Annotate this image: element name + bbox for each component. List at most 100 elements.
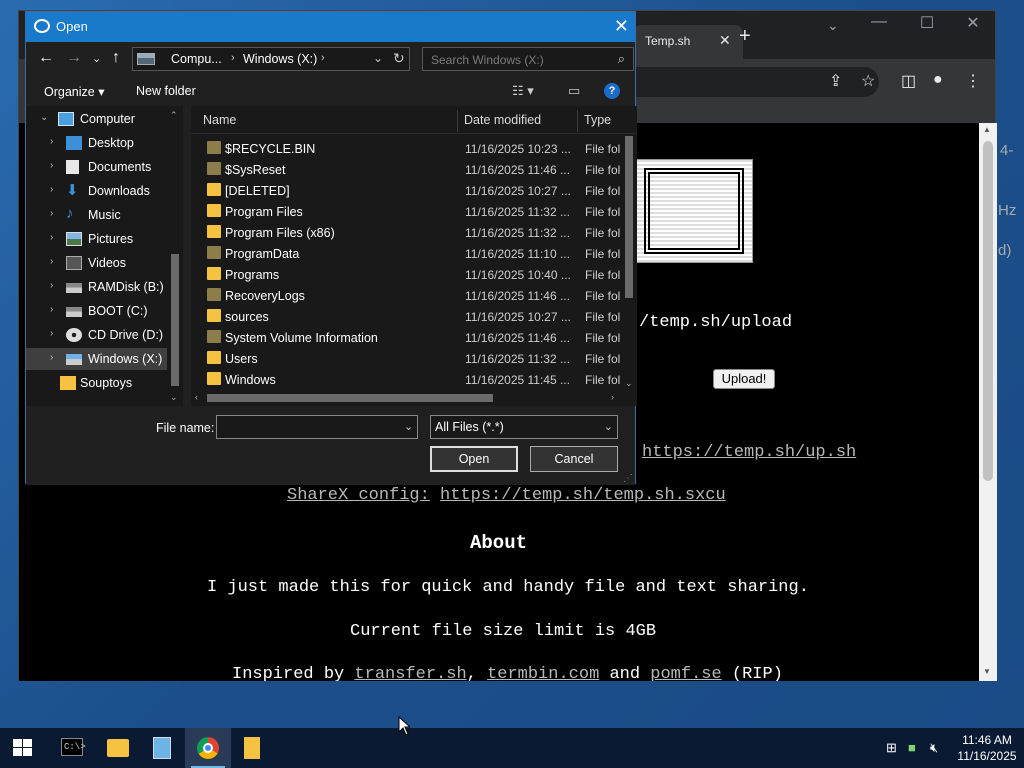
help-icon[interactable]: ? (604, 83, 620, 99)
file-list-vertical-scrollbar[interactable]: ⌄ (621, 134, 637, 390)
breadcrumb-separator-icon[interactable]: › (321, 52, 325, 64)
expand-arrow-icon[interactable]: › (50, 136, 53, 147)
browser-tab[interactable]: Temp.sh ✕ (633, 25, 743, 59)
recent-locations-chevron-icon[interactable]: ⌄ (92, 52, 101, 65)
taskbar-file-explorer[interactable] (95, 728, 141, 768)
file-row[interactable]: Windows 11/16/2025 11:45 ... File fol (191, 369, 637, 390)
sharex-link[interactable]: https://temp.sh/temp.sh.sxcu (440, 486, 726, 505)
color-tray-icon[interactable]: ■ (908, 740, 916, 755)
taskbar-file[interactable] (229, 728, 275, 768)
taskbar-chrome[interactable] (185, 728, 231, 768)
address-dropdown-icon[interactable]: ⌄ (373, 51, 383, 65)
file-row[interactable]: Programs 11/16/2025 10:40 ... File fol (191, 264, 637, 285)
bookmark-star-icon[interactable]: ☆ (861, 71, 875, 91)
tree-item-cd-drive[interactable]: › CD Drive (D:) (26, 324, 183, 346)
file-list-horizontal-scrollbar[interactable]: ‹ › (191, 390, 637, 406)
search-input[interactable]: Search Windows (X:) ⌕ (422, 47, 634, 71)
maximize-icon[interactable]: ☐ (907, 13, 947, 33)
column-name[interactable]: Name (203, 113, 236, 127)
file-row[interactable]: RecoveryLogs 11/16/2025 11:46 ... File fol (191, 285, 637, 306)
page-scrollbar[interactable]: ▲ ▼ (979, 123, 997, 681)
up-arrow-icon[interactable]: ↑ (112, 49, 120, 67)
scroll-left-arrow-icon[interactable]: ‹ (195, 392, 198, 402)
expand-arrow-icon[interactable]: › (50, 184, 53, 195)
breadcrumb-windows-x[interactable]: Windows (X:) (243, 52, 317, 66)
cancel-button[interactable]: Cancel (530, 446, 618, 472)
file-row[interactable]: ProgramData 11/16/2025 11:10 ... File fol (191, 243, 637, 264)
file-type-filter[interactable]: All Files (*.*) ⌄ (430, 415, 618, 439)
file-row[interactable]: $RECYCLE.BIN 11/16/2025 10:23 ... File fol (191, 138, 637, 159)
file-list-hscroll-thumb[interactable] (207, 394, 493, 402)
taskbar-command-prompt[interactable]: C:\> (49, 728, 95, 768)
tree-scroll-thumb[interactable] (171, 254, 179, 386)
script-link[interactable]: https://temp.sh/up.sh (642, 443, 856, 462)
tree-item-ramdisk[interactable]: › RAMDisk (B:) (26, 276, 183, 298)
column-separator[interactable] (457, 110, 458, 132)
dialog-close-icon[interactable]: ✕ (614, 16, 629, 37)
tab-search-icon[interactable]: ⌄ (827, 17, 839, 34)
page-scroll-thumb[interactable] (983, 141, 993, 481)
start-button[interactable] (0, 728, 46, 768)
upload-button[interactable]: Upload! (713, 369, 775, 389)
scroll-up-arrow-icon[interactable]: ⌃ (170, 110, 178, 121)
volume-muted-icon[interactable]: 🔇︎ (930, 740, 938, 756)
scroll-down-arrow-icon[interactable]: ⌄ (625, 378, 633, 389)
side-panel-icon[interactable]: ◫ (901, 71, 916, 91)
tree-item-windows-x[interactable]: › Windows (X:) (26, 348, 183, 370)
tree-item-desktop[interactable]: › Desktop (26, 132, 183, 154)
refresh-icon[interactable]: ↻ (393, 50, 405, 67)
file-row[interactable]: [DELETED] 11/16/2025 10:27 ... File fol (191, 180, 637, 201)
new-folder-button[interactable]: New folder (136, 84, 196, 98)
close-window-icon[interactable]: ✕ (953, 13, 993, 33)
back-arrow-icon[interactable]: ← (38, 49, 54, 67)
address-breadcrumb[interactable]: Compu... › Windows (X:) › ⌄ ↻ (132, 47, 410, 71)
scroll-up-arrow-icon[interactable]: ▲ (983, 125, 991, 134)
file-row[interactable]: $SysReset 11/16/2025 11:46 ... File fol (191, 159, 637, 180)
preview-pane-icon[interactable]: ▭ (568, 83, 580, 99)
expand-arrow-icon[interactable]: › (50, 232, 53, 243)
expand-arrow-icon[interactable]: › (50, 208, 53, 219)
column-separator[interactable] (577, 110, 578, 132)
scroll-right-arrow-icon[interactable]: › (611, 392, 614, 402)
share-icon[interactable]: ⇪ (829, 71, 842, 91)
file-row[interactable]: Program Files (x86) 11/16/2025 11:32 ... F… (191, 222, 637, 243)
scroll-down-arrow-icon[interactable]: ▼ (983, 667, 991, 676)
tree-item-pictures[interactable]: › Pictures (26, 228, 183, 250)
tree-item-boot[interactable]: › BOOT (C:) (26, 300, 183, 322)
expand-arrow-icon[interactable]: › (50, 328, 53, 339)
file-row[interactable]: Program Files 11/16/2025 11:32 ... File fo… (191, 201, 637, 222)
tree-item-documents[interactable]: › Documents (26, 156, 183, 178)
expand-arrow-icon[interactable]: › (50, 160, 53, 171)
tree-item-videos[interactable]: › Videos (26, 252, 183, 274)
organize-menu[interactable]: Organize ▾ (44, 84, 104, 99)
file-name-input[interactable] (216, 415, 418, 439)
column-type[interactable]: Type (584, 113, 611, 127)
breadcrumb-separator-icon[interactable]: › (231, 52, 235, 64)
expand-arrow-icon[interactable]: › (50, 280, 53, 291)
menu-icon[interactable]: ⋮ (965, 71, 981, 91)
tab-close-icon[interactable]: ✕ (719, 32, 731, 49)
collapse-arrow-icon[interactable]: ⌄ (40, 112, 48, 123)
expand-arrow-icon[interactable]: › (50, 256, 53, 267)
file-row[interactable]: Users 11/16/2025 11:32 ... File fol (191, 348, 637, 369)
tree-item-downloads[interactable]: › ⬇ Downloads (26, 180, 183, 202)
tree-scrollbar[interactable]: ⌃ ⌄ (167, 106, 183, 406)
tree-item-music[interactable]: › ♪ Music (26, 204, 183, 226)
column-date-modified[interactable]: Date modified (464, 113, 541, 127)
transfer-sh-link[interactable]: transfer.sh (354, 665, 466, 681)
expand-arrow-icon[interactable]: › (50, 304, 53, 315)
open-button[interactable]: Open (430, 446, 518, 472)
network-icon[interactable]: ⊞ (886, 740, 897, 756)
termbin-link[interactable]: termbin.com (487, 665, 599, 681)
tree-item-computer[interactable]: ⌄ Computer (26, 108, 183, 130)
forward-arrow-icon[interactable]: → (66, 49, 82, 67)
file-row[interactable]: System Volume Information 11/16/2025 11:4… (191, 327, 637, 348)
minimize-icon[interactable]: — (859, 13, 899, 31)
dialog-title-bar[interactable]: Open ✕ (26, 12, 635, 42)
pomf-link[interactable]: pomf.se (650, 665, 721, 681)
file-list-scroll-thumb[interactable] (625, 136, 633, 298)
filter-dropdown-icon[interactable]: ⌄ (604, 420, 613, 433)
file-row[interactable]: sources 11/16/2025 10:27 ... File fol (191, 306, 637, 327)
view-options-icon[interactable]: ☷ ▾ (512, 83, 534, 99)
tree-item-souptoys[interactable]: Souptoys (26, 372, 183, 394)
